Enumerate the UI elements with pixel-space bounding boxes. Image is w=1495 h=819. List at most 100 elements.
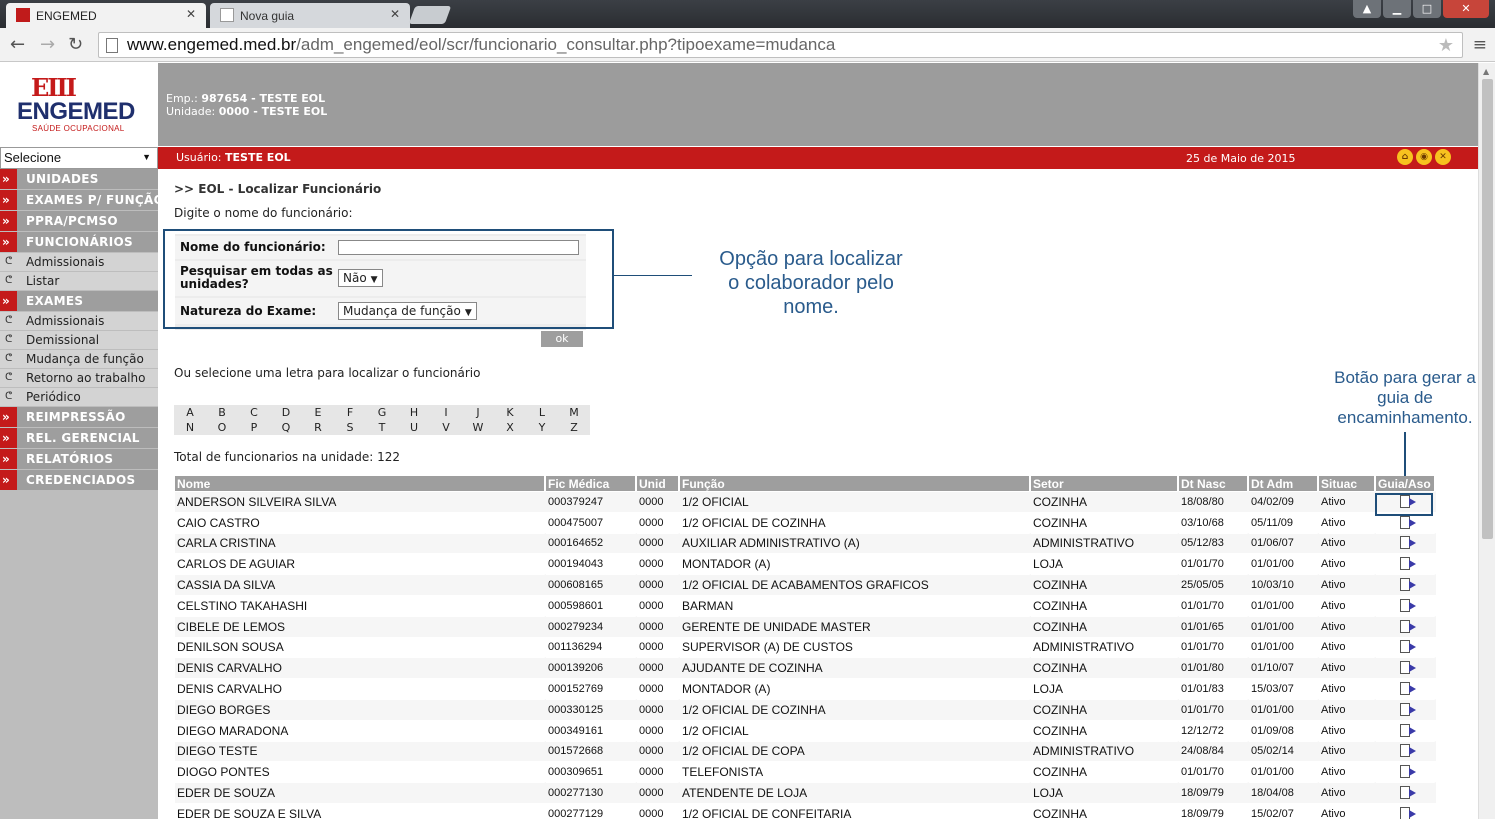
generate-guia-icon[interactable] <box>1400 786 1416 800</box>
unit-value: 0000 - TESTE EOL <box>218 105 328 118</box>
letter-link[interactable]: Z <box>558 420 590 435</box>
sidebar-item-funcionarios[interactable]: » FUNCIONÁRIOS <box>0 232 158 252</box>
close-tab-icon[interactable]: ✕ <box>186 7 196 21</box>
sidebar-item-exames-funcao[interactable]: » EXAMES P/ FUNÇÃO <box>0 190 158 210</box>
sidebar-item-relatorios[interactable]: » RELATÓRIOS <box>0 449 158 469</box>
sidebar-subitem-periodico[interactable]: ᕦ Periódico <box>0 388 158 407</box>
back-icon[interactable]: ← <box>10 34 25 55</box>
letter-link[interactable]: P <box>238 420 270 435</box>
table-row[interactable]: CASSIA DA SILVA 000608165 0000 1/2 OFICIAL … <box>175 574 1436 595</box>
sidebar-item-reimpressao[interactable]: » REIMPRESSÃO <box>0 407 158 427</box>
sidebar-subitem-mudanca-funcao[interactable]: ᕦ Mudança de função <box>0 350 158 369</box>
new-tab-button[interactable] <box>408 6 452 24</box>
generate-guia-icon[interactable] <box>1400 744 1416 758</box>
table-row[interactable]: CELSTINO TAKAHASHI 000598601 0000 BARMAN COZ… <box>175 594 1436 616</box>
table-row[interactable]: DIEGO MARADONA 000349161 0000 1/2 OFICIAL CO… <box>175 719 1436 741</box>
letter-link[interactable]: G <box>366 405 398 420</box>
letter-link[interactable]: U <box>398 420 430 435</box>
sidebar-item-credenciados[interactable]: » CREDENCIADOS <box>0 470 158 490</box>
menu-icon[interactable]: ≡ <box>1473 35 1487 55</box>
sidebar-subitem-exame-admissionais[interactable]: ᕦ Admissionais <box>0 312 158 331</box>
sidebar-item-rel-gerencial[interactable]: » REL. GERENCIAL <box>0 428 158 448</box>
letter-link[interactable]: N <box>174 420 206 435</box>
letter-link[interactable]: F <box>334 405 366 420</box>
sidebar-subitem-demissional[interactable]: ᕦ Demissional <box>0 331 158 350</box>
generate-guia-icon[interactable] <box>1400 578 1416 592</box>
generate-guia-icon[interactable] <box>1400 661 1416 675</box>
sidebar-item-ppra[interactable]: » PPRA/PCMSO <box>0 211 158 231</box>
address-bar[interactable]: www.engemed.med.br/adm_engemed/eol/scr/f… <box>98 32 1463 58</box>
logout-icon[interactable]: ✕ <box>1435 149 1451 165</box>
letter-link[interactable]: T <box>366 420 398 435</box>
letter-link[interactable]: J <box>462 405 494 420</box>
generate-guia-icon[interactable] <box>1400 598 1416 612</box>
company-select[interactable]: Selecione ▼ <box>0 147 158 169</box>
table-row[interactable]: DENIS CARVALHO 000139206 0000 AJUDANTE DE C… <box>175 657 1436 679</box>
home-icon[interactable]: ⌂ <box>1397 149 1413 165</box>
letter-link[interactable]: C <box>238 405 270 420</box>
generate-guia-icon[interactable] <box>1400 765 1416 779</box>
generate-guia-icon[interactable] <box>1400 723 1416 737</box>
letter-link[interactable]: Q <box>270 420 302 435</box>
letter-link[interactable]: B <box>206 405 238 420</box>
generate-guia-icon[interactable] <box>1400 806 1416 819</box>
sidebar-subitem-listar[interactable]: ᕦ Listar <box>0 272 158 291</box>
generate-guia-icon[interactable] <box>1400 536 1416 550</box>
minimize-icon[interactable]: ▁ <box>1383 0 1411 18</box>
table-row[interactable]: CARLOS DE AGUIAR 000194043 0000 MONTADOR (A… <box>175 553 1436 575</box>
letter-link[interactable]: W <box>462 420 494 435</box>
table-cell: Ativo <box>1319 740 1376 762</box>
letter-link[interactable]: E <box>302 405 334 420</box>
letter-link[interactable]: A <box>174 405 206 420</box>
generate-guia-icon[interactable] <box>1400 515 1416 529</box>
table-row[interactable]: CARLA CRISTINA 000164652 0000 AUXILIAR ADMI… <box>175 532 1436 554</box>
generate-guia-icon[interactable] <box>1400 557 1416 571</box>
close-tab-icon[interactable]: ✕ <box>390 7 400 21</box>
sidebar-subitem-retorno[interactable]: ᕦ Retorno ao trabalho <box>0 369 158 388</box>
table-row[interactable]: DIEGO TESTE 001572668 0000 1/2 OFICIAL DE C… <box>175 740 1436 762</box>
table-row[interactable]: ANDERSON SILVEIRA SILVA 000379247 0000 1/2 … <box>175 491 1436 512</box>
letter-link[interactable]: O <box>206 420 238 435</box>
table-row[interactable]: EDER DE SOUZA E SILVA 000277129 0000 1/2 OF… <box>175 802 1436 819</box>
table-row[interactable]: CAIO CASTRO 000475007 0000 1/2 OFICIAL DE C… <box>175 511 1436 533</box>
user-icon[interactable]: ▲ <box>1353 0 1381 18</box>
letter-link[interactable]: I <box>430 405 462 420</box>
letter-link[interactable]: Y <box>526 420 558 435</box>
bookmark-star-icon[interactable]: ★ <box>1438 35 1454 56</box>
letter-link[interactable]: D <box>270 405 302 420</box>
sidebar-subitem-admissionais[interactable]: ᕦ Admissionais <box>0 253 158 272</box>
table-cell: 18/04/08 <box>1249 782 1319 803</box>
letter-link[interactable]: K <box>494 405 526 420</box>
scrollbar-thumb[interactable] <box>1482 79 1493 539</box>
tab-nova-guia[interactable]: Nova guia ✕ <box>210 3 410 28</box>
letter-link[interactable]: R <box>302 420 334 435</box>
sidebar-item-unidades[interactable]: » UNIDADES <box>0 169 158 189</box>
letter-link[interactable]: S <box>334 420 366 435</box>
table-row[interactable]: DIOGO PONTES 000309651 0000 TELEFONISTA COZI… <box>175 761 1436 783</box>
tab-engemed[interactable]: ENGEMED ✕ <box>6 3 206 28</box>
help-icon[interactable]: ◉ <box>1416 149 1432 165</box>
reload-icon[interactable]: ↻ <box>68 34 83 55</box>
generate-guia-icon[interactable] <box>1400 702 1416 716</box>
table-row[interactable]: EDER DE SOUZA 000277130 0000 ATENDENTE DE L… <box>175 782 1436 803</box>
ok-button[interactable]: ok <box>541 331 583 347</box>
table-row[interactable]: CIBELE DE LEMOS 000279234 0000 GERENTE DE U… <box>175 615 1436 637</box>
letter-link[interactable]: X <box>494 420 526 435</box>
table-row[interactable]: DENIS CARVALHO 000152769 0000 MONTADOR (A) L… <box>175 678 1436 699</box>
table-row[interactable]: DENILSON SOUSA 001136294 0000 SUPERVISOR (A… <box>175 636 1436 658</box>
letter-link[interactable]: H <box>398 405 430 420</box>
scrollbar[interactable]: ▲ <box>1478 63 1495 819</box>
letter-link[interactable]: V <box>430 420 462 435</box>
generate-guia-icon[interactable] <box>1400 682 1416 696</box>
generate-guia-icon[interactable] <box>1400 640 1416 654</box>
scroll-up-icon[interactable]: ▲ <box>1483 67 1489 76</box>
sidebar-item-exames[interactable]: » EXAMES <box>0 291 158 311</box>
maximize-icon[interactable]: □ <box>1413 0 1441 18</box>
generate-guia-icon[interactable] <box>1400 619 1416 633</box>
forward-icon[interactable]: → <box>40 34 55 55</box>
logo[interactable]: EIII ENGEMED SAÚDE OCUPACIONAL <box>0 63 158 146</box>
close-window-icon[interactable]: ✕ <box>1443 0 1489 18</box>
letter-link[interactable]: M <box>558 405 590 420</box>
letter-link[interactable]: L <box>526 405 558 420</box>
table-row[interactable]: DIEGO BORGES 000330125 0000 1/2 OFICIAL DE … <box>175 698 1436 720</box>
